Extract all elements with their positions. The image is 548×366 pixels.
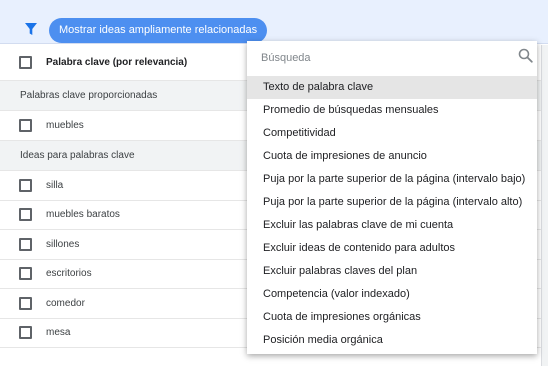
row-checkbox[interactable] (19, 238, 32, 251)
filter-icon[interactable] (24, 22, 38, 36)
search-input[interactable] (261, 49, 501, 67)
row-checkbox[interactable] (19, 119, 32, 132)
menu-item-ad-impression-share[interactable]: Cuota de impresiones de anuncio (247, 145, 537, 168)
keyword-cell: mesa (46, 327, 71, 338)
menu-item-organic-avg-position[interactable]: Posición media orgánica (247, 329, 537, 352)
group-label: Ideas para palabras clave (20, 150, 135, 161)
row-checkbox[interactable] (19, 297, 32, 310)
menu-item-top-bid-low[interactable]: Puja por la parte superior de la página … (247, 168, 537, 191)
keyword-cell: comedor (46, 298, 85, 309)
menu-item-exclude-adult-ideas[interactable]: Excluir ideas de contenido para adultos (247, 237, 537, 260)
search-box (247, 41, 537, 73)
keyword-cell: muebles baratos (46, 209, 120, 220)
keyword-cell: sillones (46, 239, 80, 250)
menu-item-competition[interactable]: Competitividad (247, 122, 537, 145)
filter-bar: Mostrar ideas ampliamente relacionadas (0, 0, 548, 44)
broad-ideas-chip[interactable]: Mostrar ideas ampliamente relacionadas (49, 18, 268, 43)
menu-item-exclude-plan-keywords[interactable]: Excluir palabras claves del plan (247, 260, 537, 283)
keyword-cell: silla (46, 180, 64, 191)
keyword-cell: escritorios (46, 268, 92, 279)
keyword-cell: muebles (46, 120, 84, 131)
menu-item-avg-monthly-searches[interactable]: Promedio de búsquedas mensuales (247, 99, 537, 122)
row-checkbox[interactable] (19, 326, 32, 339)
table-right-edge (541, 45, 548, 366)
menu-item-top-bid-high[interactable]: Puja por la parte superior de la página … (247, 191, 537, 214)
group-label: Palabras clave proporcionadas (20, 90, 158, 101)
column-search-dropdown: Texto de palabra clave Promedio de búsqu… (247, 41, 537, 354)
arrow-down-icon[interactable]: ↓ (166, 56, 172, 68)
row-checkbox[interactable] (19, 179, 32, 192)
menu-item-exclude-account-keywords[interactable]: Excluir las palabras clave de mi cuenta (247, 214, 537, 237)
row-checkbox[interactable] (19, 267, 32, 280)
select-all-checkbox[interactable] (19, 56, 32, 69)
menu-item-keyword-text[interactable]: Texto de palabra clave (247, 76, 537, 99)
search-icon[interactable] (518, 48, 533, 63)
menu-list: Texto de palabra clave Promedio de búsqu… (247, 76, 537, 352)
menu-item-organic-impression-share[interactable]: Cuota de impresiones orgánicas (247, 306, 537, 329)
row-checkbox[interactable] (19, 208, 32, 221)
menu-item-competition-indexed[interactable]: Competencia (valor indexado) (247, 283, 537, 306)
